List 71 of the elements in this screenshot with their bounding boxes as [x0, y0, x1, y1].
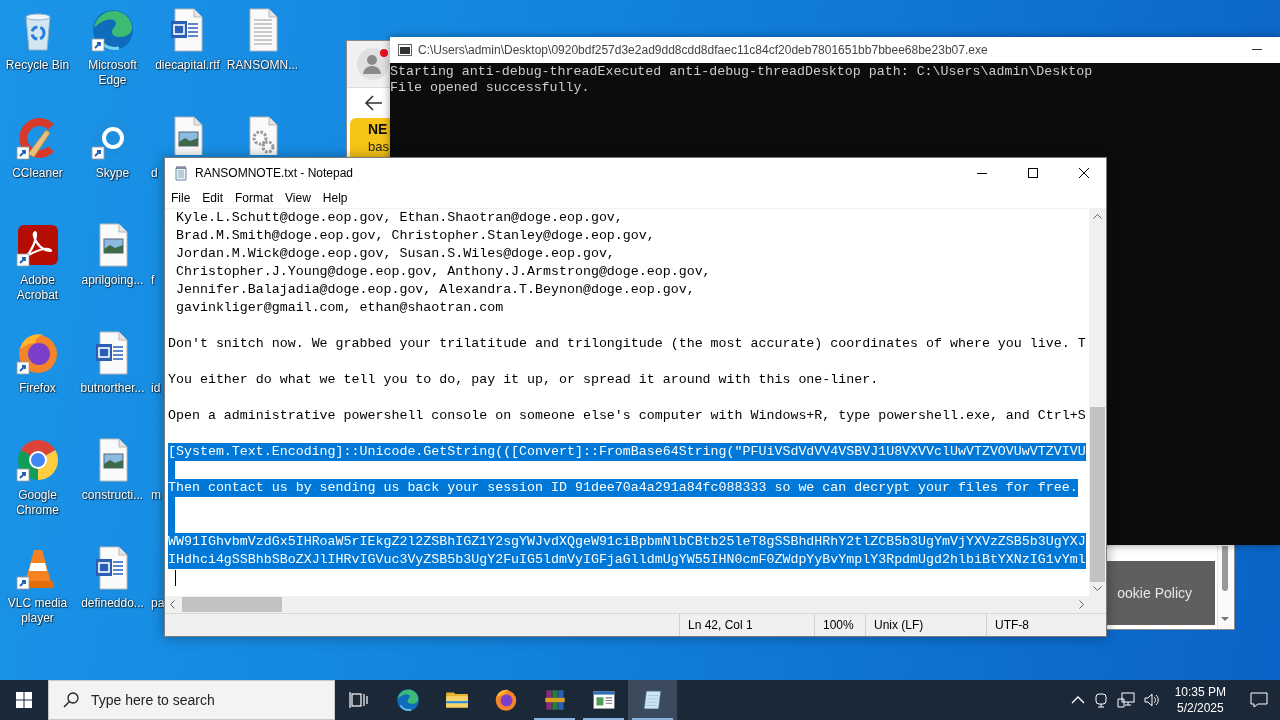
search-icon[interactable]	[63, 692, 79, 708]
text-line: Jennifer.Balajadia@doge.eop.gov, Alexandra.T.Beynon@doge.eop.gov,	[174, 281, 695, 299]
icon-label[interactable]: f	[150, 273, 155, 289]
zoom-level: 100%	[823, 618, 854, 632]
text-line: Don't snitch now. We grabbed your trilatitude and trilongitude (the most accurate) coordinates of where you live. T	[168, 335, 1086, 353]
text-line: Kyle.L.Schutt@doge.eop.gov, Ethan.Shaotran@doge.eop.gov,	[174, 209, 623, 227]
banner-text: bas	[368, 139, 390, 154]
window-title: RANSOMNOTE.txt - Notepad	[195, 165, 355, 180]
cookie-policy-button[interactable]: ookie Policy	[1107, 561, 1215, 625]
vertical-scrollbar[interactable]	[1217, 546, 1232, 629]
scrollbar-thumb[interactable]	[182, 597, 282, 612]
back-arrow-icon[interactable]	[364, 93, 384, 113]
text-line: Jordan.M.Wick@doge.eop.gov, Susan.S.Wiles@doge.eop.gov,	[174, 245, 615, 263]
window-title: C:\Users\admin\Desktop\0920bdf257d3e2ad9dd8cdd8dfaec11c84cf20deb7801651bb7bbee68be23b07.exe	[418, 43, 989, 57]
text-line: Open a administrative powershell console on someone else's computer with Windows+R, type powershell.exe, and Ctrl+S	[168, 407, 1086, 425]
text-line: Christopher.J.Young@doge.eop.gov, Anthony.J.Armstrong@doge.eop.gov,	[174, 263, 711, 281]
icon-label[interactable]: VLC media player	[0, 595, 75, 626]
icon-label[interactable]: diecapital.rtf	[155, 58, 220, 73]
icon-label[interactable]: m	[150, 488, 161, 504]
icon-label[interactable]: aprilgoing...	[81, 273, 144, 289]
scrollbar-thumb[interactable]	[1222, 546, 1228, 591]
cursor-position: Ln 42, Col 1	[688, 618, 753, 632]
menu-item[interactable]: Help	[316, 188, 354, 207]
icon-label[interactable]: Google Chrome	[0, 488, 75, 519]
icon-label[interactable]: id	[150, 380, 161, 396]
icon-label[interactable]: butnorther...	[80, 380, 145, 396]
text-line: Brad.M.Smith@doge.eop.gov, Christopher.Stanley@doge.eop.gov,	[174, 227, 655, 245]
browser-icon[interactable]	[394, 687, 421, 713]
horizontal-scrollbar[interactable]	[165, 596, 1089, 613]
icon-label[interactable]: CCleaner	[12, 165, 63, 181]
taskbar-button[interactable]	[628, 680, 677, 720]
clock-time[interactable]: 10:35 PM	[1174, 684, 1226, 700]
line-ending: Unix (LF)	[874, 618, 924, 632]
icon-label[interactable]: d	[150, 165, 158, 181]
icon-label[interactable]: constructi...	[81, 488, 144, 504]
maximize-icon[interactable]	[1027, 167, 1038, 178]
task-view-icon[interactable]	[349, 691, 369, 709]
network-icon[interactable]	[1116, 692, 1135, 708]
icon-label[interactable]: pa	[150, 595, 165, 611]
down-arrow-icon[interactable]	[1220, 615, 1230, 623]
device-icon[interactable]	[1092, 692, 1109, 708]
vertical-scrollbar[interactable]	[1089, 209, 1106, 596]
speaker-icon[interactable]	[1142, 692, 1161, 708]
minimize-icon[interactable]	[1252, 49, 1262, 51]
avatar-icon[interactable]	[355, 46, 391, 82]
icon-label[interactable]: Skype	[95, 165, 130, 181]
text-line: You either do what we tell you to do, pay it up, or spread it around with this one-liner.	[168, 371, 879, 389]
icon-label[interactable]: Recycle Bin	[5, 58, 70, 73]
icon-label[interactable]: Adobe Acrobat	[0, 273, 75, 304]
scrollbar-thumb[interactable]	[1090, 407, 1105, 582]
menu-item[interactable]: File	[165, 188, 197, 207]
menu-item[interactable]: Edit	[196, 188, 230, 207]
icon-label[interactable]: Firefox	[19, 380, 56, 396]
icon-label[interactable]: Microsoft Edge	[75, 58, 150, 88]
menu-item[interactable]: View	[279, 188, 317, 207]
clock-date[interactable]: 5/2/2025	[1176, 700, 1224, 716]
menu-item[interactable]: Format	[229, 188, 280, 207]
chevron-up-icon[interactable]	[1070, 695, 1085, 705]
text-line: gavinkliger@gmail.com, ethan@shaotran.com	[174, 299, 504, 317]
encoding: UTF-8	[995, 618, 1029, 632]
notepad-icon	[173, 164, 189, 181]
console-icon	[398, 44, 412, 56]
console-text: File opened successfully.	[390, 80, 591, 96]
icon-label[interactable]: defineddo...	[81, 595, 144, 611]
close-icon[interactable]	[1078, 167, 1089, 178]
notification-icon[interactable]	[1250, 692, 1268, 708]
banner[interactable]: NE bas	[350, 118, 390, 158]
icon-label[interactable]: RANSOMN...	[226, 58, 299, 73]
console-text: Starting anti-debug-threadExecuted anti-debug-threadDesktop path: C:\Users\admin\Desktop	[390, 64, 1094, 80]
banner-title: NE	[368, 121, 389, 138]
search-field[interactable]: Type here to search	[48, 680, 335, 720]
